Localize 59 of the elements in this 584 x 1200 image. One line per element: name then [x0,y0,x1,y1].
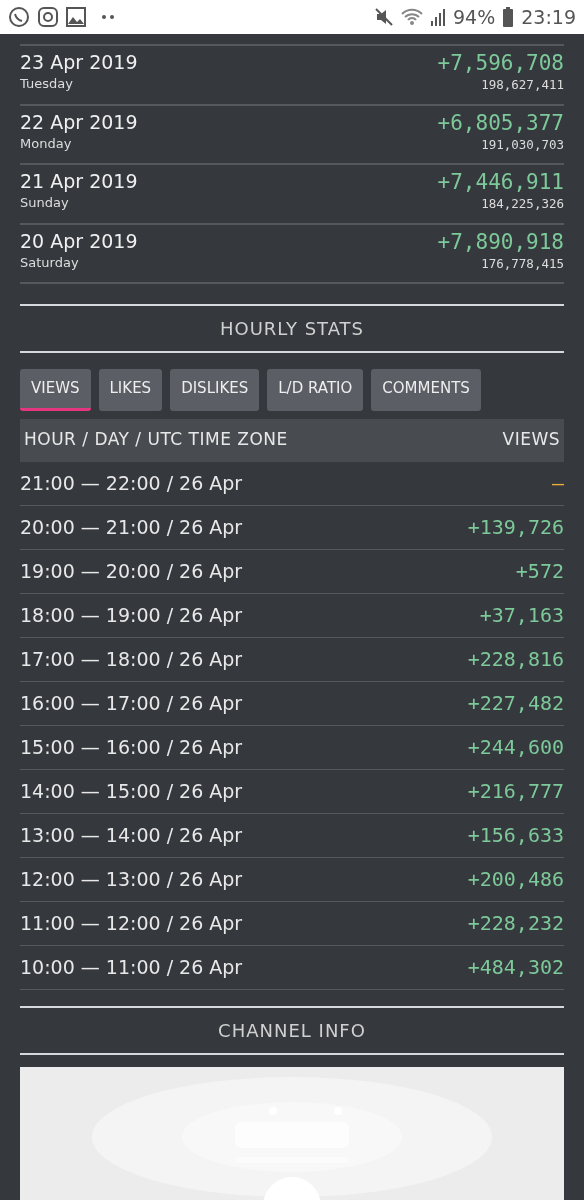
hour-cell-text: 16:00 — 17:00 / 26 Apr [20,690,243,716]
views-cell-text: +156,633 [467,822,564,849]
views-total: 198,627,411 [480,76,564,94]
hour-cell-text: 15:00 — 16:00 / 26 Apr [20,734,243,760]
date-label: 20 Apr 2019 [20,228,138,253]
tab[interactable]: COMMENTS [371,369,481,411]
views-cell-text: +572 [515,558,564,585]
weekday-label: Sunday [20,194,70,212]
column-header: VIEWS [502,428,560,452]
hour-cell-text: 12:00 — 13:00 / 26 Apr [20,866,243,892]
wifi-icon [401,8,423,26]
camera-icon [38,7,58,27]
signal-icon [431,8,445,26]
hour-cell-text: 13:00 — 14:00 / 26 Apr [20,822,243,848]
battery-level: 94% [453,4,496,30]
hour-cell-text: 14:00 — 15:00 / 26 Apr [20,778,243,804]
more-icon [102,15,114,19]
tab[interactable]: VIEWS [20,369,91,411]
views-total: 184,225,326 [480,195,564,213]
views-change: +7,446,911 [437,169,564,195]
tab[interactable]: L/D RATIO [267,369,364,411]
views-cell-text: +216,777 [467,778,564,805]
views-change: +7,596,708 [437,50,564,76]
image-icon [66,7,86,27]
views-change: +6,805,377 [437,109,564,136]
hour-cell-text: 11:00 — 12:00 / 26 Apr [20,910,243,936]
hour-cell-text: 17:00 — 18:00 / 26 Apr [20,646,243,672]
views-total: 176,778,415 [480,254,564,273]
views-cell-text: +484,302 [467,954,564,981]
views-cell-text: +139,726 [467,514,564,541]
date-label: 22 Apr 2019 [20,109,138,134]
battery-icon [503,7,514,27]
views-cell-text: +228,816 [467,646,564,673]
date-label: 23 Apr 2019 [20,50,138,74]
date-label: 21 Apr 2019 [20,169,138,193]
tab[interactable]: LIKES [98,369,163,411]
views-cell-text: +200,486 [467,866,564,893]
views-cell-text: +227,482 [467,690,564,717]
views-cell-text: – [551,470,564,497]
hour-cell-text: 10:00 — 11:00 / 26 Apr [20,954,243,980]
weekday-label: Tuesday [20,75,74,93]
hour-cell-text: 18:00 — 19:00 / 26 Apr [20,602,243,628]
views-cell-text: +228,232 [467,910,564,937]
mute-icon [375,8,393,26]
views-total: 191,030,703 [480,135,564,154]
column-header: HOUR / DAY / UTC TIME ZONE [24,428,288,452]
views-cell-text: +37,163 [479,602,564,629]
clock: 23:19 [521,4,576,30]
weekday-label: Monday [20,134,73,153]
views-cell-text: +244,600 [467,734,564,761]
hour-cell-text: 21:00 — 22:00 / 26 Apr [20,470,243,496]
tab[interactable]: DISLIKES [170,369,260,411]
section-title: HOURLY STATS [219,317,365,341]
views-change: +7,890,918 [437,228,564,255]
hour-cell-text: 19:00 — 20:00 / 26 Apr [20,558,243,584]
hour-cell-text: 20:00 — 21:00 / 26 Apr [20,514,243,540]
weekday-label: Saturday [20,253,80,272]
chat-icon [8,6,30,28]
section-title: CHANNEL INFO [218,1018,366,1043]
